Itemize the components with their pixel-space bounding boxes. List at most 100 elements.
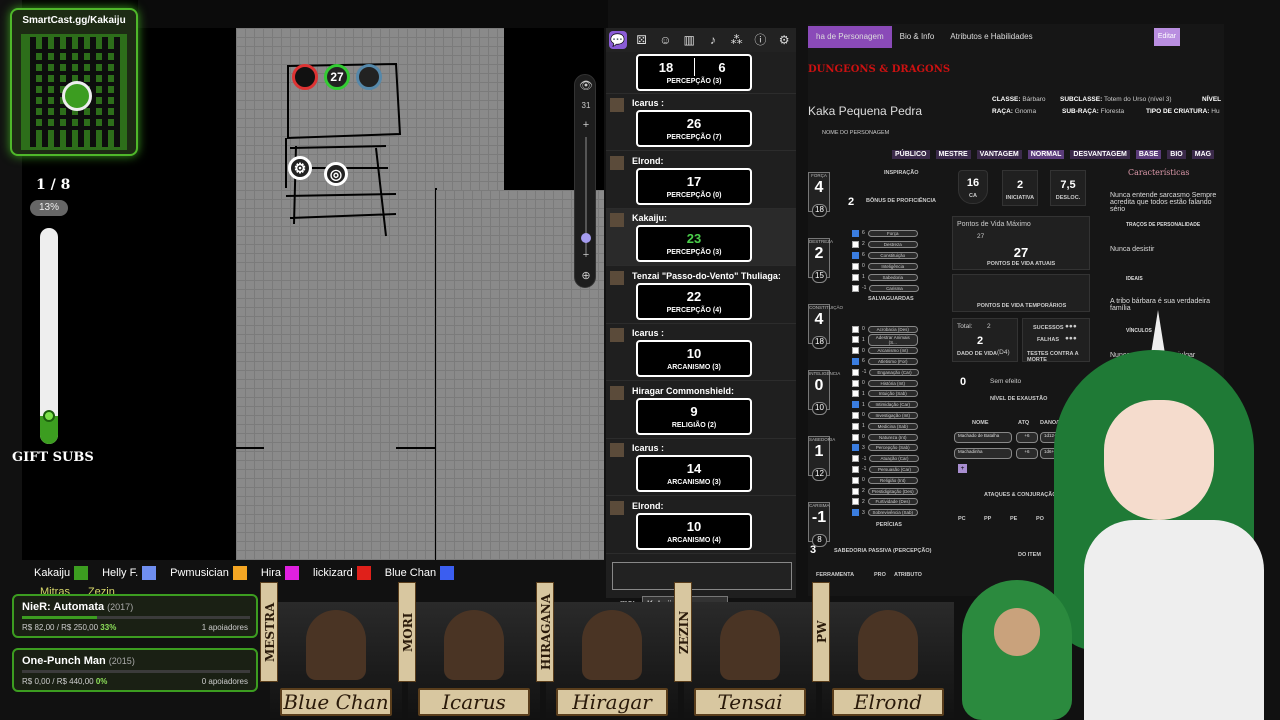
chat-icon[interactable]: 💬 — [608, 31, 627, 49]
proficiency-checkbox[interactable] — [852, 357, 859, 365]
proficiency-checkbox[interactable] — [852, 433, 859, 441]
trait-text[interactable]: Nunca desistir — [1110, 246, 1222, 253]
proficiency-checkbox[interactable] — [852, 336, 859, 344]
tab-0[interactable]: ha de Personagem — [808, 26, 892, 48]
crosshair-icon[interactable]: ⊕ — [575, 269, 597, 282]
hit-dice-total: 2 — [987, 323, 991, 330]
eye-icon[interactable]: 👁 — [575, 79, 597, 92]
tab-1[interactable]: Bio & Info — [892, 26, 943, 48]
goal-percent: 0% — [95, 677, 108, 686]
proficiency-checkbox[interactable] — [852, 476, 859, 484]
map-token-red[interactable] — [292, 64, 318, 90]
proficiency-checkbox[interactable] — [852, 240, 859, 248]
mode-toggle[interactable]: VANTAGEM — [976, 150, 1022, 159]
proficiency-checkbox[interactable] — [852, 487, 859, 495]
zoom-slider-handle[interactable] — [581, 233, 591, 243]
roll-label: RELIGIÃO (2) — [671, 421, 717, 429]
coin-pe[interactable]: PE — [1010, 516, 1017, 522]
attribute-column-label: ATRIBUTO — [894, 572, 922, 578]
skill-value: 1 — [862, 401, 865, 408]
attack-name[interactable]: Machado de Batalha — [954, 432, 1012, 443]
zoom-control[interactable]: 👁 31 + − ⊕ — [574, 74, 596, 288]
proficiency-checkbox[interactable] — [852, 229, 859, 237]
gear-icon[interactable]: ⚙ — [775, 31, 793, 49]
roll-result[interactable]: 26 PERCEPÇÃO (7) — [636, 110, 752, 147]
roll-result[interactable]: 10 ARCANISMO (4) — [636, 512, 752, 550]
info-icon[interactable]: ⓘ — [751, 31, 769, 49]
proficiency-checkbox[interactable] — [852, 284, 859, 292]
attack-name[interactable]: Machadinha — [954, 448, 1012, 459]
ability-score[interactable]: 2 — [809, 245, 829, 263]
proficiency-checkbox[interactable] — [852, 347, 859, 355]
proficiency-checkbox[interactable] — [852, 498, 859, 506]
mode-toggle[interactable]: BIO — [1167, 150, 1186, 159]
roll-result[interactable]: 17 PERCEPÇÃO (0) — [636, 167, 752, 205]
ability-score[interactable]: -1 — [809, 509, 829, 527]
proficiency-checkbox[interactable] — [852, 325, 859, 333]
trait-text[interactable]: Nunca entende sarcasmo Sempre acredita q… — [1110, 192, 1222, 213]
player-color-swatch — [285, 566, 299, 580]
mode-toggle[interactable]: MESTRE — [935, 150, 971, 159]
proficiency-checkbox[interactable] — [852, 379, 859, 387]
proficiency-checkbox[interactable] — [852, 411, 859, 419]
ability-score[interactable]: 1 — [809, 443, 829, 461]
roll-value: 10 — [686, 518, 702, 534]
map-token-blue[interactable] — [356, 64, 382, 90]
proficiency-checkbox[interactable] — [852, 368, 859, 376]
skill-value: 0 — [862, 434, 865, 440]
mode-toggle[interactable]: MAG — [1191, 150, 1215, 159]
mode-toggle[interactable]: DESVANTAGEM — [1070, 150, 1130, 159]
proficiency-checkbox[interactable] — [852, 401, 859, 409]
roll-result[interactable]: 14 ARCANISMO (3) — [636, 455, 752, 492]
coin-pc[interactable]: PC — [958, 516, 966, 522]
edit-button[interactable]: Editar — [1154, 28, 1180, 46]
proficiency-checkbox[interactable] — [852, 422, 859, 430]
roll-label: ARCANISMO (3) — [667, 479, 721, 486]
mode-toggle[interactable]: PÚBLICO — [892, 150, 930, 159]
roll-value: 9 — [690, 403, 698, 419]
skill-value: 3 — [862, 509, 865, 516]
ability-score[interactable]: 4 — [809, 311, 829, 329]
proficiency-checkbox[interactable] — [852, 509, 859, 517]
ability-score[interactable]: 0 — [809, 377, 829, 395]
mode-toggle[interactable]: NORMAL — [1027, 150, 1065, 159]
ability-score[interactable]: 4 — [809, 179, 829, 197]
library-icon[interactable]: ▥ — [680, 31, 698, 49]
map-token-green[interactable]: 27 — [324, 64, 350, 90]
ability-box: FORÇA 4 18 — [808, 172, 830, 217]
roll-result[interactable]: 18 6 PERCEPÇÃO (3) — [636, 54, 752, 91]
coin-po[interactable]: PO — [1036, 516, 1044, 522]
hp-current-label: PONTOS DE VIDA ATUAIS — [987, 261, 1056, 267]
proficiency-checkbox[interactable] — [852, 465, 859, 473]
skill-value: 0 — [862, 380, 865, 386]
proficiency-checkbox[interactable] — [852, 273, 859, 281]
roll-result[interactable]: 9 RELIGIÃO (2) — [636, 397, 752, 435]
character-name[interactable]: Kaka Pequena Pedra — [808, 104, 922, 118]
zoom-out-icon[interactable]: − — [575, 249, 597, 261]
roll-result[interactable]: 22 PERCEPÇÃO (4) — [636, 282, 752, 320]
proficiency-checkbox[interactable] — [852, 444, 859, 452]
tab-2[interactable]: Atributos e Habilidades — [942, 26, 1040, 48]
proficiency-checkbox[interactable] — [852, 262, 859, 270]
gear-icon[interactable]: ⚙ — [288, 156, 312, 180]
proficiency-checkbox[interactable] — [852, 251, 859, 259]
proficiency-checkbox[interactable] — [852, 455, 859, 463]
portrait-face — [444, 610, 504, 680]
player-color-swatch — [356, 566, 371, 580]
roll-result[interactable]: 10 ARCANISMO (3) — [636, 340, 752, 377]
hit-dice[interactable]: 2 — [977, 335, 983, 347]
coin-pp[interactable]: PP — [984, 516, 991, 522]
exhaustion-level[interactable]: 0 — [960, 376, 966, 388]
audio-icon[interactable]: ♪ — [704, 31, 722, 49]
proficiency-checkbox[interactable] — [852, 390, 859, 398]
add-attack-icon[interactable]: + — [958, 464, 967, 473]
dice-icon[interactable]: ⚄ — [633, 31, 651, 49]
roll-result[interactable]: 23 PERCEPÇÃO (3) — [636, 225, 752, 262]
hp-current[interactable]: 27 — [953, 245, 1089, 260]
nodes-icon[interactable]: ⁂ — [728, 31, 746, 49]
target-icon[interactable]: ◎ — [324, 162, 348, 186]
user-group-icon[interactable]: ☺ — [656, 31, 674, 49]
zoom-in-icon[interactable]: + — [575, 119, 597, 131]
saving-throw-row: -1 Carisma — [852, 283, 920, 293]
mode-toggle[interactable]: BASE — [1135, 150, 1162, 159]
